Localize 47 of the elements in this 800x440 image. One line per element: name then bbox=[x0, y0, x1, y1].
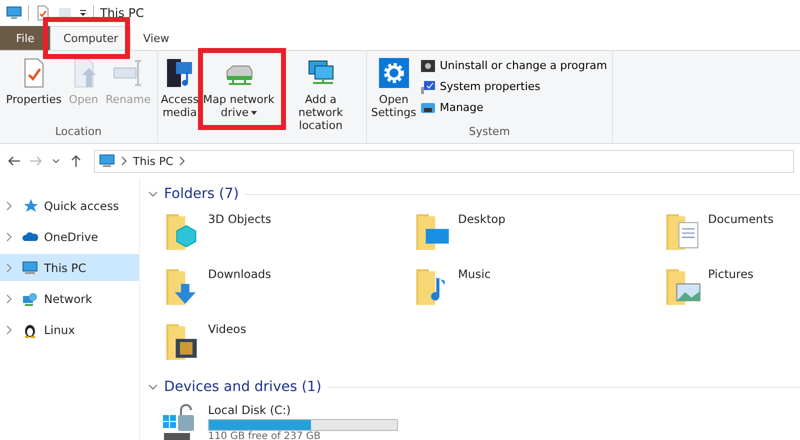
section-heading: Devices and drives (1) bbox=[164, 379, 322, 395]
properties-icon[interactable] bbox=[35, 5, 51, 21]
chevron-right-icon[interactable] bbox=[6, 232, 12, 242]
ribbon-small-button[interactable]: Uninstall or change a program bbox=[418, 55, 610, 76]
ribbon-button[interactable]: Add a network location bbox=[278, 55, 363, 134]
star-icon bbox=[22, 198, 38, 214]
sidebar-item[interactable]: Linux bbox=[0, 316, 139, 343]
monitor-check-icon bbox=[420, 78, 436, 94]
ribbon-button[interactable]: Open Settings bbox=[370, 55, 418, 121]
folder-item[interactable]: 3D Objects bbox=[160, 206, 410, 261]
folder-item[interactable]: Desktop bbox=[410, 206, 660, 261]
chevron-down-icon[interactable] bbox=[148, 189, 158, 199]
chevron-right-icon[interactable] bbox=[179, 156, 186, 166]
chevron-right-icon[interactable] bbox=[6, 200, 12, 210]
file-tab[interactable]: File bbox=[0, 26, 50, 50]
settings-icon bbox=[378, 57, 410, 89]
folder-item[interactable]: Videos bbox=[160, 316, 410, 371]
sidebar-item[interactable]: This PC bbox=[0, 254, 139, 281]
ribbon-group-label: System bbox=[468, 125, 511, 140]
ribbon-button[interactable]: Access media bbox=[160, 55, 199, 121]
ribbon-tab[interactable]: View bbox=[131, 26, 182, 50]
ribbon-group-label: Location bbox=[54, 125, 103, 140]
drive-item[interactable]: Local Disk (C:) 110 GB free of 237 GB bbox=[148, 399, 800, 440]
window-title: This PC bbox=[100, 6, 144, 20]
chevron-right-icon[interactable] bbox=[121, 156, 127, 166]
sidebar-item[interactable]: Quick access bbox=[0, 192, 139, 219]
folder-item[interactable]: Music bbox=[410, 261, 660, 316]
ribbon-button[interactable]: Properties bbox=[3, 55, 65, 108]
folder-item[interactable]: Documents bbox=[660, 206, 800, 261]
folder-item[interactable]: Pictures bbox=[660, 261, 800, 316]
folder-item[interactable]: Downloads bbox=[160, 261, 410, 316]
chevron-down-icon[interactable] bbox=[148, 382, 158, 392]
sidebar-item[interactable]: OneDrive bbox=[0, 223, 139, 250]
ribbon-small-button[interactable]: System properties bbox=[418, 76, 610, 97]
chevron-right-icon[interactable] bbox=[6, 324, 12, 334]
chevron-right-icon[interactable] bbox=[6, 294, 12, 304]
computer-icon bbox=[6, 5, 22, 21]
computer-icon bbox=[22, 260, 38, 276]
computer-icon bbox=[99, 153, 115, 169]
ribbon-tab[interactable]: Computer bbox=[50, 26, 132, 50]
network-icon bbox=[22, 290, 38, 306]
ribbon-small-button[interactable]: Manage bbox=[418, 97, 610, 118]
address-bar[interactable]: This PC bbox=[94, 150, 794, 172]
sidebar-item[interactable]: Network bbox=[0, 285, 139, 312]
ribbon-button[interactable]: Map network drive bbox=[198, 55, 279, 121]
dropdown-icon[interactable] bbox=[79, 9, 87, 17]
section-heading: Folders (7) bbox=[164, 186, 239, 202]
